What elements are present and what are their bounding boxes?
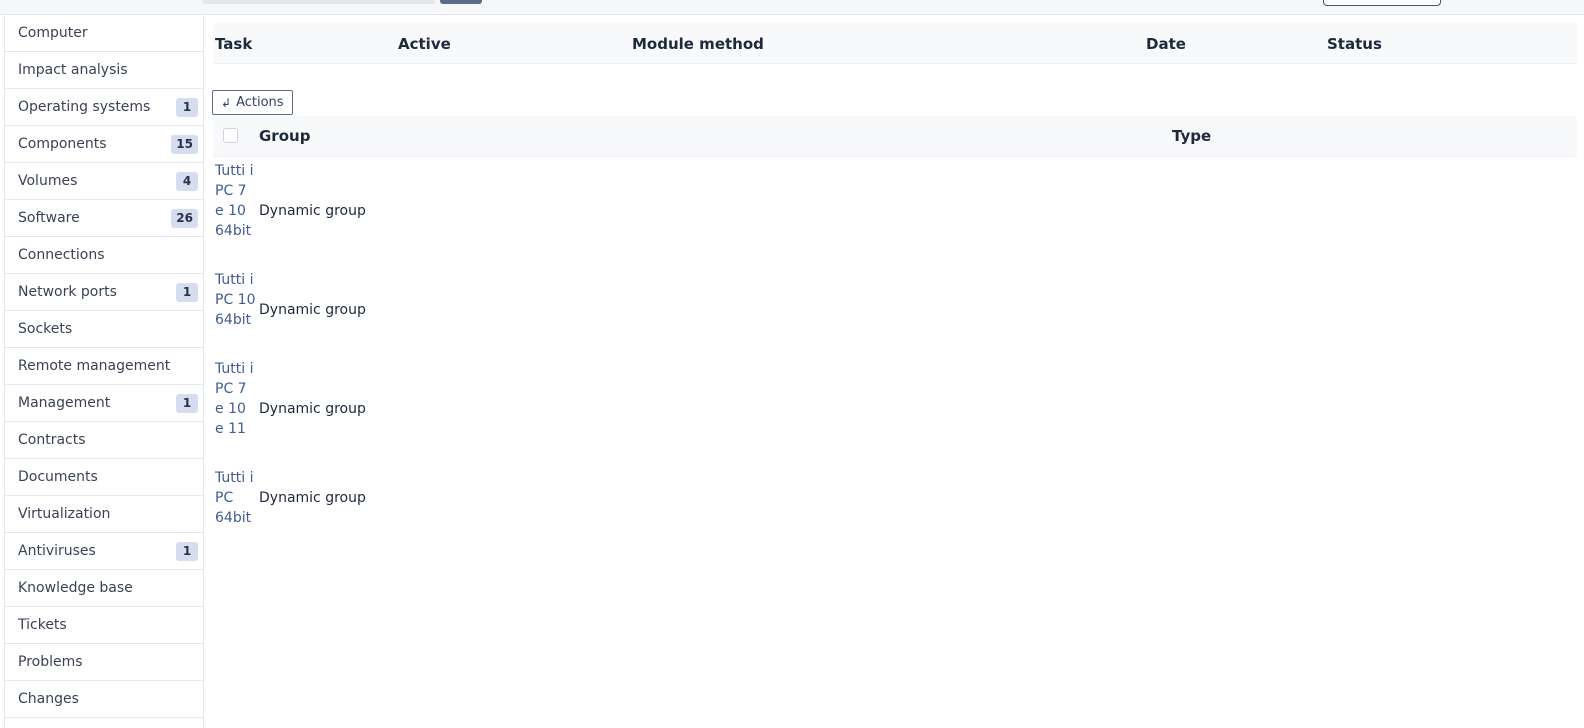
tasks-table-header: Task Active Module method Date Status xyxy=(213,23,1577,64)
sidebar-item-knowledge-base[interactable]: Knowledge base xyxy=(5,570,203,607)
sidebar-item-network-ports[interactable]: Network ports 1 xyxy=(5,274,203,311)
table-row: Tutti i PC 7 e 10 64bit Dynamic group xyxy=(213,161,1577,261)
group-link[interactable]: Tutti i PC 10 64bit xyxy=(215,270,257,330)
group-type: Dynamic group xyxy=(259,401,366,417)
sidebar-item-changes[interactable]: Changes xyxy=(5,681,203,718)
sidebar-item-label: Problems xyxy=(18,654,83,670)
sidebar-item-label: Software xyxy=(18,210,80,226)
sidebar-item-antiviruses[interactable]: Antiviruses 1 xyxy=(5,533,203,570)
sidebar-item-label: Virtualization xyxy=(18,506,111,522)
group-link[interactable]: Tutti i PC 64bit xyxy=(215,468,257,528)
sidebar-item-management[interactable]: Management 1 xyxy=(5,385,203,422)
sidebar-item-label: Tickets xyxy=(18,617,67,633)
sidebar-item-label: Network ports xyxy=(18,284,117,300)
toolbar-button[interactable] xyxy=(1323,0,1441,6)
sidebar-item-label: Computer xyxy=(18,25,88,41)
count-badge: 1 xyxy=(176,282,198,302)
sidebar-item-label: Changes xyxy=(18,691,79,707)
sidebar-item-label: Connections xyxy=(18,247,105,263)
sidebar-item-problems[interactable]: Problems xyxy=(5,644,203,681)
search-input[interactable] xyxy=(203,0,435,4)
sidebar-item-impact-analysis[interactable]: Impact analysis xyxy=(5,52,203,89)
column-header-active[interactable]: Active xyxy=(398,35,451,53)
actions-button[interactable]: ↲ Actions xyxy=(212,90,293,115)
count-badge: 1 xyxy=(176,541,198,561)
sidebar-item-label: Volumes xyxy=(18,173,78,189)
column-header-status[interactable]: Status xyxy=(1327,35,1382,53)
column-header-type[interactable]: Type xyxy=(1172,127,1211,145)
sidebar-item-label: Management xyxy=(18,395,111,411)
group-link[interactable]: Tutti i PC 7 e 10 e 11 xyxy=(215,359,257,439)
sidebar-item-tickets[interactable]: Tickets xyxy=(5,607,203,644)
column-header-task[interactable]: Task xyxy=(215,35,252,53)
sidebar-item-connections[interactable]: Connections xyxy=(5,237,203,274)
sidebar-item-label: Knowledge base xyxy=(18,580,133,596)
sidebar-item-operating-systems[interactable]: Operating systems 1 xyxy=(5,89,203,126)
sidebar-item-contracts[interactable]: Contracts xyxy=(5,422,203,459)
table-row: Tutti i PC 64bit Dynamic group xyxy=(213,468,1577,528)
sidebar-item-remote-management[interactable]: Remote management xyxy=(5,348,203,385)
sidebar-item-label: Components xyxy=(18,136,107,152)
table-row: Tutti i PC 7 e 10 e 11 Dynamic group xyxy=(213,359,1577,459)
sidebar-item-label: Impact analysis xyxy=(18,62,128,78)
sidebar-item-virtualization[interactable]: Virtualization xyxy=(5,496,203,533)
count-badge: 1 xyxy=(176,97,198,117)
arrow-return-icon: ↲ xyxy=(221,95,232,110)
group-type: Dynamic group xyxy=(259,302,366,318)
sidebar-item-computer[interactable]: Computer xyxy=(5,15,203,52)
sidebar-item-components[interactable]: Components 15 xyxy=(5,126,203,163)
column-header-date[interactable]: Date xyxy=(1146,35,1186,53)
group-link[interactable]: Tutti i PC 7 e 10 64bit xyxy=(215,161,257,241)
group-type: Dynamic group xyxy=(259,203,366,219)
sidebar-item-documents[interactable]: Documents xyxy=(5,459,203,496)
sidebar-item-label: Operating systems xyxy=(18,99,151,115)
count-badge: 1 xyxy=(176,393,198,413)
sidebar-item-label: Remote management xyxy=(18,358,171,374)
count-badge: 26 xyxy=(171,208,198,228)
main-content: Task Active Module method Date Status ↲ … xyxy=(205,15,1584,728)
groups-table-header: Group Type xyxy=(213,116,1577,157)
select-all-checkbox[interactable] xyxy=(223,128,238,143)
group-type: Dynamic group xyxy=(259,490,366,506)
sidebar-item-label: Antiviruses xyxy=(18,543,96,559)
table-row: Tutti i PC 10 64bit Dynamic group xyxy=(213,270,1577,350)
sidebar-item-label: Contracts xyxy=(18,432,86,448)
actions-label: Actions xyxy=(236,95,284,110)
search-button[interactable] xyxy=(440,0,482,4)
sidebar-item-sockets[interactable]: Sockets xyxy=(5,311,203,348)
sidebar: Computer Impact analysis Operating syste… xyxy=(4,15,204,728)
sidebar-item-label: Documents xyxy=(18,469,98,485)
sidebar-item-volumes[interactable]: Volumes 4 xyxy=(5,163,203,200)
sidebar-item-label: Sockets xyxy=(18,321,73,337)
column-header-group[interactable]: Group xyxy=(259,127,310,145)
count-badge: 15 xyxy=(171,134,198,154)
count-badge: 4 xyxy=(176,171,198,191)
column-header-module-method[interactable]: Module method xyxy=(632,35,764,53)
sidebar-item-software[interactable]: Software 26 xyxy=(5,200,203,237)
